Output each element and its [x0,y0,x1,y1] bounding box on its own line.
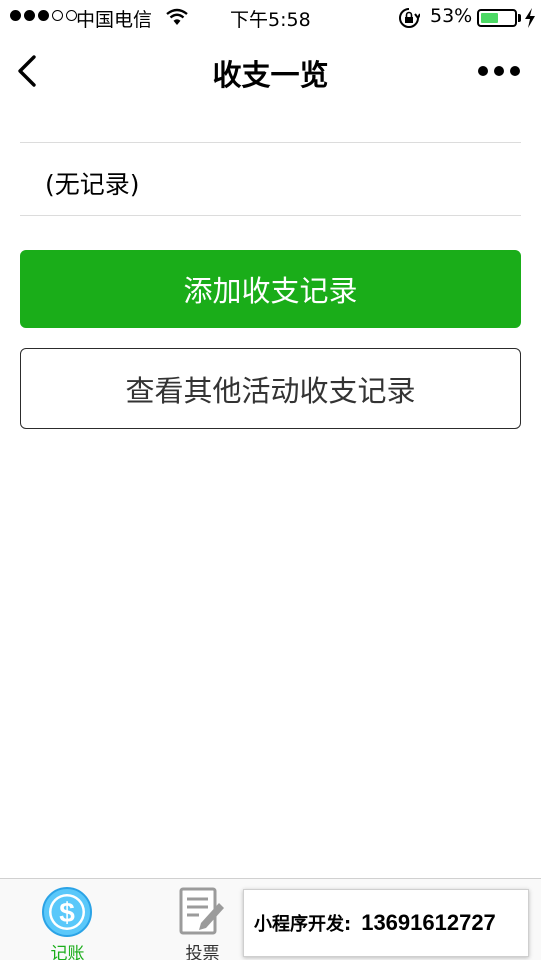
rotation-lock-icon [398,7,421,34]
empty-record-text: (无记录) [45,170,140,199]
page-title: 收支一览 [212,58,329,92]
ad-phone-number: 13691612727 [361,910,496,935]
add-record-button[interactable]: 添加收支记录 [20,250,521,328]
more-dots-icon[interactable] [478,66,520,76]
developer-ad-banner: 小程序开发: 13691612727 [243,889,529,957]
nav-bar: 收支一览 [0,36,541,106]
carrier-name: 中国电信 [76,9,153,31]
battery-percent: 53% [430,5,473,27]
tab-label: 记账 [50,944,85,960]
wifi-icon [166,8,188,31]
status-time: 下午5:58 [230,9,311,31]
vote-icon [175,885,229,939]
ad-label: 小程序开发: [254,914,352,935]
view-other-records-button[interactable]: 查看其他活动收支记录 [20,348,521,429]
status-bar: 中国电信 下午5:58 53% [0,0,541,36]
battery-icon [477,9,517,27]
charging-icon [524,8,536,33]
battery-tip [518,14,521,22]
dollar-icon: $ [40,885,94,939]
tab-bookkeeping[interactable]: $ 记账 [0,879,135,960]
signal-strength-icon [10,10,77,21]
svg-text:$: $ [59,897,75,928]
record-list: (无记录) [20,142,521,216]
